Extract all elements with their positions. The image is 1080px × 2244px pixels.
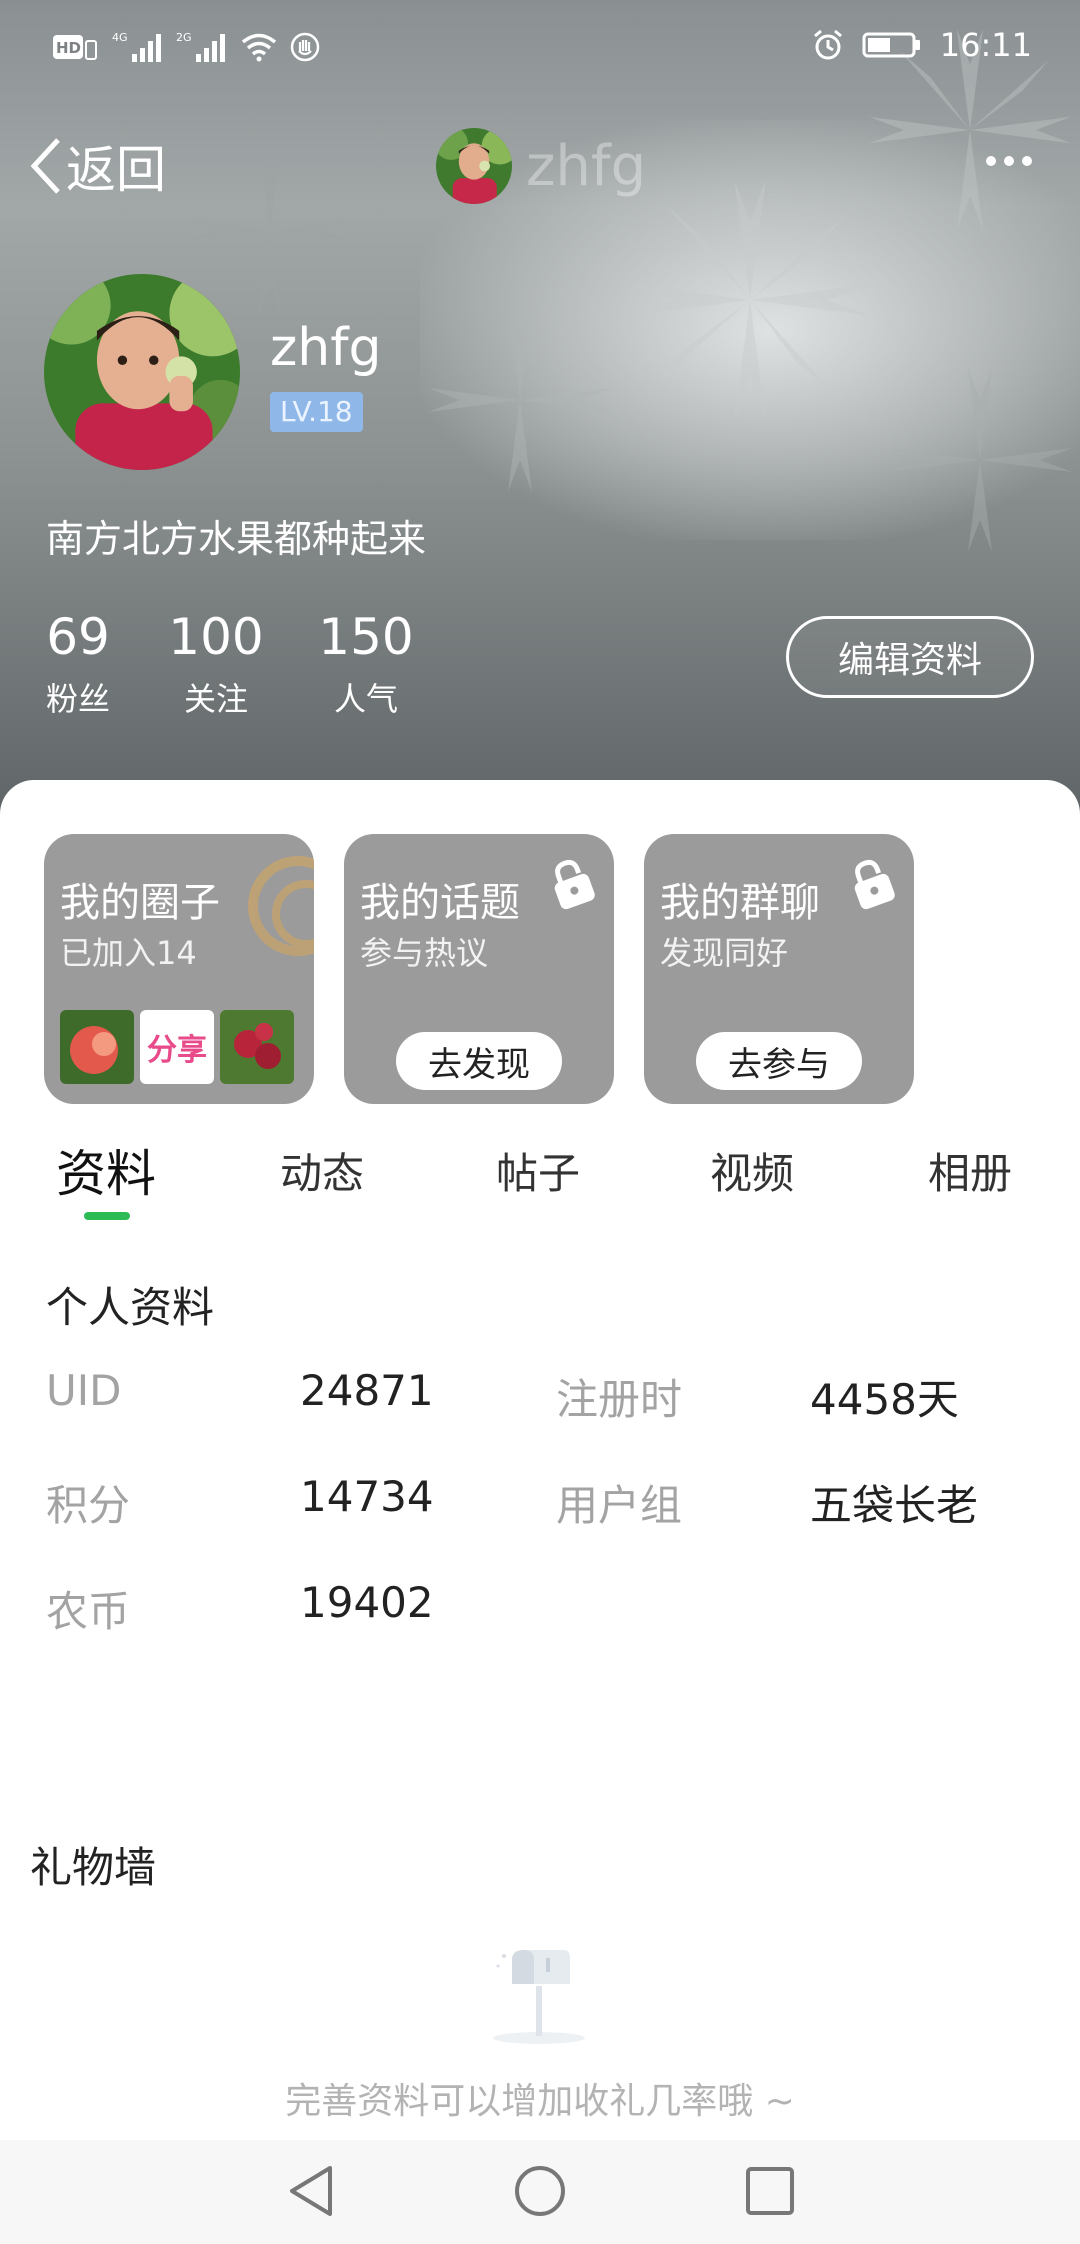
signal-icon: 4G [112, 31, 161, 62]
status-bar: HD 4G 2G 16:11 [0, 0, 1080, 96]
nav-title: zhfg [436, 128, 646, 204]
edit-profile-button[interactable]: 编辑资料 [786, 616, 1034, 698]
info-value-coins: 19402 [300, 1578, 434, 1627]
flower-decoration [888, 368, 1072, 552]
info-label-uid: UID [46, 1366, 122, 1415]
hd-icon: HD [53, 35, 97, 60]
info-value-uid: 24871 [300, 1366, 434, 1415]
stat-popularity[interactable]: 150 人气 [276, 608, 456, 720]
info-label-points: 积分 [46, 1481, 131, 1530]
svg-text:4G: 4G [112, 31, 128, 44]
circle-thumb-fruit[interactable] [220, 1010, 294, 1084]
profile-tabs: 资料 动态 帖子 视频 相册 [0, 1140, 1080, 1230]
profile-bio: 南方北方水果都种起来 [46, 517, 427, 561]
card-subtitle: 发现同好 [660, 934, 789, 972]
nav-recent-icon[interactable] [744, 2162, 796, 2220]
card-title: 我的话题 [360, 880, 520, 926]
nav-username: zhfg [526, 133, 647, 199]
back-button[interactable]: 返回 [28, 130, 166, 202]
nav-home-icon[interactable] [512, 2162, 568, 2220]
lock-icon [554, 859, 595, 910]
lock-icon [854, 859, 895, 910]
section-title: 个人资料 [46, 1283, 215, 1332]
nav-avatar [436, 128, 512, 204]
gift-empty-hint: 完善资料可以增加收礼几率哦 ~ [285, 2081, 795, 2122]
signal-icon: 2G [176, 31, 225, 62]
card-subtitle: 参与热议 [360, 934, 489, 972]
tab-albums[interactable]: 相册 [928, 1140, 1012, 1201]
gift-wall-title: 礼物墙 [30, 1843, 157, 1892]
circle-thumb-share[interactable]: 分享 [140, 1010, 214, 1084]
share-thumb-text: 分享 [147, 1033, 207, 1068]
card-my-group-chats[interactable]: 我的群聊 发现同好 去参与 [644, 834, 914, 1104]
nav-back-icon[interactable] [284, 2162, 338, 2220]
status-time: 16:11 [939, 26, 1032, 64]
card-subtitle: 已加入14 [60, 934, 197, 972]
profile-username: zhfg [270, 318, 382, 378]
discover-button[interactable]: 去发现 [396, 1032, 562, 1090]
tab-posts[interactable]: 帖子 [496, 1140, 580, 1201]
card-my-topics[interactable]: 我的话题 参与热议 去发现 [344, 834, 614, 1104]
info-label-coins: 农币 [46, 1587, 131, 1636]
card-title: 我的圈子 [60, 880, 220, 926]
tab-profile[interactable]: 资料 [56, 1134, 156, 1206]
info-label-registered: 注册时 [556, 1375, 683, 1424]
back-chevron-icon [30, 138, 60, 194]
hand-icon [290, 32, 320, 62]
back-label: 返回 [66, 141, 166, 199]
svg-text:HD: HD [56, 39, 81, 57]
alarm-icon [813, 29, 842, 60]
tab-activity[interactable]: 动态 [280, 1140, 364, 1201]
system-navigation-bar [0, 2140, 1080, 2244]
info-value-points: 14734 [300, 1472, 434, 1521]
info-value-user-group: 五袋长老 [810, 1481, 979, 1530]
tab-indicator [84, 1212, 130, 1220]
battery-icon [862, 32, 920, 58]
flower-decoration [428, 308, 612, 492]
card-title: 我的群聊 [660, 880, 820, 926]
card-my-circles[interactable]: 我的圈子 已加入14 分享 [44, 834, 314, 1104]
flower-decoration [187, 147, 353, 313]
circle-thumbnails: 分享 [60, 1010, 294, 1084]
avatar[interactable] [44, 274, 240, 470]
circle-thumb-apple[interactable] [60, 1010, 134, 1084]
level-badge: LV.18 [270, 392, 363, 432]
circle-icon [248, 856, 314, 956]
wifi-icon [241, 33, 277, 62]
stat-label: 人气 [333, 680, 398, 718]
info-label-user-group: 用户组 [556, 1481, 683, 1530]
mailbox-icon [493, 1950, 585, 2044]
stat-value: 150 [318, 608, 414, 666]
more-icon[interactable] [986, 156, 1032, 166]
svg-text:2G: 2G [176, 31, 192, 44]
tab-videos[interactable]: 视频 [710, 1140, 794, 1201]
join-button[interactable]: 去参与 [696, 1032, 862, 1090]
info-value-registered: 4458天 [810, 1375, 959, 1424]
flower-decoration [630, 180, 870, 420]
